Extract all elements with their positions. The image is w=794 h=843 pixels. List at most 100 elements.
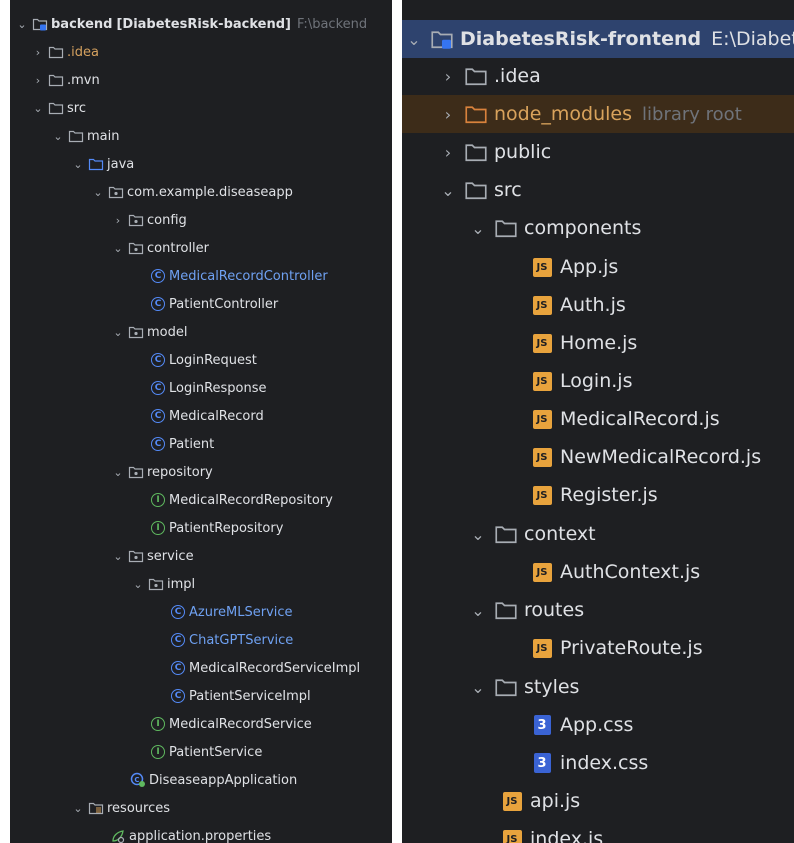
tree-node-medicalrecordservice[interactable]: I MedicalRecordService	[10, 710, 392, 738]
tree-node-src[interactable]: ⌄ src	[402, 171, 794, 209]
tree-node-auth-js[interactable]: JS Auth.js	[402, 286, 794, 324]
chevron-down-icon[interactable]: ⌄	[466, 678, 490, 697]
tree-node-frontend-root[interactable]: ⌄ DiabetesRisk-frontend E:\Diabet	[402, 20, 794, 58]
tree-node-medicalrecordserviceimpl[interactable]: C MedicalRecordServiceImpl	[10, 654, 392, 682]
tree-node-label: MedicalRecord.js	[560, 408, 720, 430]
tree-node-label: com.example.diseaseapp	[127, 184, 293, 200]
tree-node-public[interactable]: › public	[402, 133, 794, 171]
tree-node-patientservice[interactable]: I PatientService	[10, 738, 392, 766]
tree-node-loginrequest[interactable]: C LoginRequest	[10, 346, 392, 374]
chevron-down-icon[interactable]: ⌄	[130, 578, 146, 591]
chevron-down-icon[interactable]: ⌄	[14, 18, 30, 31]
library-root-hint: library root	[642, 103, 742, 125]
chevron-down-icon[interactable]: ⌄	[110, 550, 126, 563]
tree-node-chatgptservice[interactable]: C ChatGPTService	[10, 626, 392, 654]
tree-node-label: .idea	[494, 65, 541, 87]
tree-node-service[interactable]: ⌄ service	[10, 542, 392, 570]
tree-node-application-properties[interactable]: application.properties	[10, 822, 392, 843]
tree-node-patient[interactable]: C Patient	[10, 430, 392, 458]
tree-node-mvn[interactable]: › .mvn	[10, 66, 392, 94]
tree-node-label: App.js	[560, 256, 619, 278]
javascript-file-icon: JS	[530, 483, 554, 507]
chevron-down-icon[interactable]: ⌄	[466, 601, 490, 620]
tree-node-diseaseappapplication[interactable]: C DiseaseappApplication	[10, 766, 392, 794]
tree-node-repository[interactable]: ⌄ repository	[10, 458, 392, 486]
tree-node-medicalrecord[interactable]: C MedicalRecord	[10, 402, 392, 430]
tree-node-config[interactable]: › config	[10, 206, 392, 234]
tree-node-authcontext-js[interactable]: JS AuthContext.js	[402, 553, 794, 591]
tree-node-app-css[interactable]: 3 App.css	[402, 706, 794, 744]
tree-node-label: PatientRepository	[169, 520, 284, 536]
tree-node-main[interactable]: ⌄ main	[10, 122, 392, 150]
chevron-down-icon[interactable]: ⌄	[436, 181, 460, 200]
chevron-down-icon[interactable]: ⌄	[50, 130, 66, 143]
chevron-down-icon[interactable]: ⌄	[110, 466, 126, 479]
tree-node-backend-root[interactable]: ⌄ backend [DiabetesRisk-backend] F:\back…	[10, 10, 392, 38]
folder-icon	[464, 178, 488, 202]
tree-node-loginresponse[interactable]: C LoginResponse	[10, 374, 392, 402]
chevron-down-icon[interactable]: ⌄	[466, 525, 490, 544]
tree-node-java[interactable]: ⌄ java	[10, 150, 392, 178]
resources-folder-icon	[88, 800, 104, 816]
tree-node-patientrepository[interactable]: I PatientRepository	[10, 514, 392, 542]
interface-icon: I	[150, 744, 166, 760]
tree-node-label: MedicalRecord	[169, 408, 264, 424]
chevron-down-icon[interactable]: ⌄	[110, 326, 126, 339]
tree-node-node-modules[interactable]: › node_modules library root	[402, 95, 794, 133]
tree-node-patientcontroller[interactable]: C PatientController	[10, 290, 392, 318]
tree-node-azuremlservice[interactable]: C AzureMLService	[10, 598, 392, 626]
spring-boot-app-icon: C	[130, 772, 146, 788]
chevron-down-icon[interactable]: ⌄	[110, 242, 126, 255]
tree-node-src[interactable]: ⌄ src	[10, 94, 392, 122]
chevron-down-icon[interactable]: ⌄	[70, 802, 86, 815]
tree-node-index-css[interactable]: 3 index.css	[402, 744, 794, 782]
chevron-down-icon[interactable]: ⌄	[90, 186, 106, 199]
chevron-right-icon[interactable]: ›	[436, 143, 460, 162]
tree-node-label: MedicalRecordService	[169, 716, 312, 732]
chevron-right-icon[interactable]: ›	[436, 105, 460, 124]
tree-node-idea[interactable]: › .idea	[402, 57, 794, 95]
tree-node-register-js[interactable]: JS Register.js	[402, 476, 794, 514]
tree-node-app-js[interactable]: JS App.js	[402, 248, 794, 286]
tree-node-api-js[interactable]: JS api.js	[402, 782, 794, 820]
module-folder-icon	[32, 16, 48, 32]
tree-node-medicalrecordcontroller[interactable]: C MedicalRecordController	[10, 262, 392, 290]
tree-node-patientserviceimpl[interactable]: C PatientServiceImpl	[10, 682, 392, 710]
tree-node-context[interactable]: ⌄ context	[402, 515, 794, 553]
folder-icon	[48, 44, 64, 60]
tree-node-label: MedicalRecordController	[169, 268, 328, 284]
chevron-right-icon[interactable]: ›	[30, 46, 46, 59]
tree-node-label: PatientController	[169, 296, 279, 312]
javascript-file-icon: JS	[530, 331, 554, 355]
tree-node-model[interactable]: ⌄ model	[10, 318, 392, 346]
tree-node-styles[interactable]: ⌄ styles	[402, 668, 794, 706]
chevron-down-icon[interactable]: ⌄	[402, 30, 426, 49]
package-icon	[128, 464, 144, 480]
tree-node-resources[interactable]: ⌄ resources	[10, 794, 392, 822]
tree-node-index-js[interactable]: JS index.js	[402, 820, 794, 843]
chevron-down-icon[interactable]: ⌄	[466, 219, 490, 238]
chevron-down-icon[interactable]: ⌄	[70, 158, 86, 171]
chevron-right-icon[interactable]: ›	[110, 214, 126, 227]
tree-node-home-js[interactable]: JS Home.js	[402, 324, 794, 362]
tree-node-privateroute-js[interactable]: JS PrivateRoute.js	[402, 629, 794, 667]
chevron-right-icon[interactable]: ›	[436, 67, 460, 86]
chevron-down-icon[interactable]: ⌄	[30, 102, 46, 115]
tree-node-label: index.js	[530, 828, 604, 843]
tree-node-routes[interactable]: ⌄ routes	[402, 591, 794, 629]
tree-node-label: AzureMLService	[189, 604, 293, 620]
tree-node-newmedicalrecord-js[interactable]: JS NewMedicalRecord.js	[402, 438, 794, 476]
tree-node-label: routes	[524, 599, 585, 621]
tree-node-controller[interactable]: ⌄ controller	[10, 234, 392, 262]
tree-node-medicalrecordrepository[interactable]: I MedicalRecordRepository	[10, 486, 392, 514]
chevron-right-icon[interactable]: ›	[30, 74, 46, 87]
tree-node-medicalrecord-js[interactable]: JS MedicalRecord.js	[402, 400, 794, 438]
tree-node-label: Patient	[169, 436, 215, 452]
tree-node-label: PatientServiceImpl	[189, 688, 311, 704]
tree-node-impl[interactable]: ⌄ impl	[10, 570, 392, 598]
tree-node-package-diseaseapp[interactable]: ⌄ com.example.diseaseapp	[10, 178, 392, 206]
module-name: backend	[51, 16, 113, 32]
tree-node-idea[interactable]: › .idea	[10, 38, 392, 66]
tree-node-components[interactable]: ⌄ components	[402, 209, 794, 247]
tree-node-login-js[interactable]: JS Login.js	[402, 362, 794, 400]
